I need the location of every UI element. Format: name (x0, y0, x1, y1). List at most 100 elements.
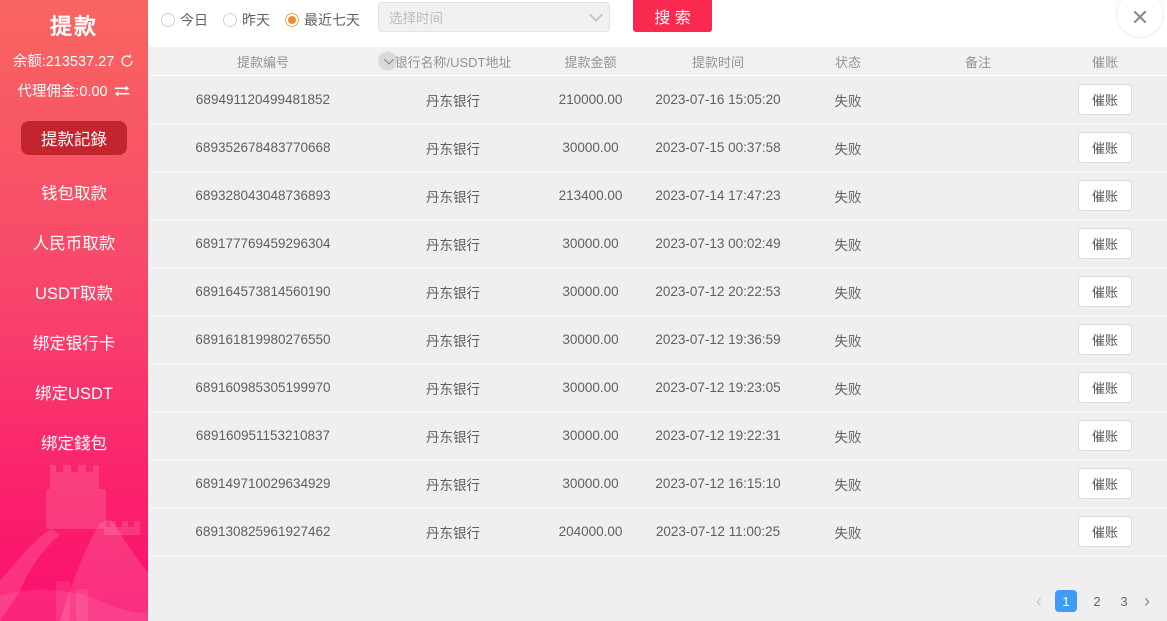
cell-amount: 213400.00 (528, 188, 653, 203)
close-icon: ✕ (1131, 7, 1149, 29)
col-header-remark: 备注 (913, 52, 1043, 71)
sidebar-item-bind-usdt[interactable]: 绑定USDT (0, 367, 148, 417)
urge-button[interactable]: 催账 (1078, 420, 1132, 451)
refresh-icon[interactable] (119, 53, 135, 69)
table-row: 689161819980276550 丹东银行 30000.00 2023-07… (148, 316, 1167, 364)
cell-withdraw-id: 689491120499481852 (148, 92, 378, 107)
col-header-amount: 提款金额 (528, 52, 653, 71)
cell-amount: 30000.00 (528, 476, 653, 491)
table-row: 689149710029634929 丹东银行 30000.00 2023-07… (148, 460, 1167, 508)
cell-amount: 210000.00 (528, 92, 653, 107)
cell-withdraw-id: 689160985305199970 (148, 380, 378, 395)
cell-amount: 30000.00 (528, 428, 653, 443)
time-select[interactable]: 选择时间 (378, 2, 610, 32)
cell-time: 2023-07-12 19:22:31 (653, 428, 783, 443)
cell-withdraw-id: 689177769459296304 (148, 236, 378, 251)
radio-last-seven-days-label: 最近七天 (304, 10, 360, 30)
cell-withdraw-id: 689352678483770668 (148, 140, 378, 155)
cell-action: 催账 (1043, 516, 1167, 547)
sidebar-item-bind-bank-card[interactable]: 绑定银行卡 (0, 317, 148, 367)
cell-time: 2023-07-14 17:47:23 (653, 188, 783, 203)
cell-bank: 丹东银行 (378, 90, 528, 110)
table-row: 689177769459296304 丹东银行 30000.00 2023-07… (148, 220, 1167, 268)
col-header-time: 提款时间 (653, 52, 783, 71)
cell-bank: 丹东银行 (378, 426, 528, 446)
table-row: 689164573814560190 丹东银行 30000.00 2023-07… (148, 268, 1167, 316)
cell-amount: 204000.00 (528, 524, 653, 539)
radio-today[interactable]: 今日 (161, 10, 208, 30)
pagination-page-2[interactable]: 2 (1090, 594, 1104, 609)
cell-status: 失败 (783, 330, 913, 350)
cell-action: 催账 (1043, 468, 1167, 499)
sidebar-item-rmb-withdraw[interactable]: 人民币取款 (0, 217, 148, 267)
pagination-page-1[interactable]: 1 (1055, 590, 1077, 612)
page-title: 提款 (0, 0, 148, 41)
date-radio-group: 今日 昨天 最近七天 (161, 10, 360, 30)
table-row: 689160951153210837 丹东银行 30000.00 2023-07… (148, 412, 1167, 460)
col-header-withdraw-id: 提款编号 (148, 52, 378, 71)
urge-button[interactable]: 催账 (1078, 324, 1132, 355)
cell-action: 催账 (1043, 132, 1167, 163)
cell-bank: 丹东银行 (378, 330, 528, 350)
cell-action: 催账 (1043, 420, 1167, 451)
radio-yesterday[interactable]: 昨天 (223, 10, 270, 30)
urge-button[interactable]: 催账 (1078, 468, 1132, 499)
cell-status: 失败 (783, 138, 913, 158)
table-row: 689160985305199970 丹东银行 30000.00 2023-07… (148, 364, 1167, 412)
urge-button[interactable]: 催账 (1078, 132, 1132, 163)
table-row: 689130825961927462 丹东银行 204000.00 2023-0… (148, 508, 1167, 556)
col-header-bank-label: 银行名称/USDT地址 (394, 55, 511, 70)
cell-time: 2023-07-15 00:37:58 (653, 140, 783, 155)
cell-time: 2023-07-12 19:36:59 (653, 332, 783, 347)
chevron-down-icon (589, 8, 603, 22)
sidebar: 提款 余额:213537.27 代理佣金:0.00 提款記錄 钱包取款 人民币取… (0, 0, 148, 621)
sidebar-item-wallet-withdraw[interactable]: 钱包取款 (0, 167, 148, 217)
urge-button[interactable]: 催账 (1078, 180, 1132, 211)
main-panel: 今日 昨天 最近七天 选择时间 搜 索 ✕ 提款编号 银行名称/USDT地址 (148, 0, 1167, 621)
urge-button[interactable]: 催账 (1078, 228, 1132, 259)
urge-button[interactable]: 催账 (1078, 84, 1132, 115)
pagination-next-icon[interactable]: › (1144, 592, 1150, 610)
radio-selected-icon (285, 13, 299, 27)
cell-bank: 丹东银行 (378, 378, 528, 398)
sidebar-item-usdt-withdraw[interactable]: USDT取款 (0, 267, 148, 317)
cell-time: 2023-07-16 15:05:20 (653, 92, 783, 107)
sidebar-item-withdraw-records[interactable]: 提款記錄 (21, 121, 127, 155)
cell-amount: 30000.00 (528, 140, 653, 155)
cell-status: 失败 (783, 522, 913, 542)
urge-button[interactable]: 催账 (1078, 516, 1132, 547)
exchange-icon[interactable] (113, 84, 131, 98)
pagination-page-3[interactable]: 3 (1117, 594, 1131, 609)
pagination-prev-icon[interactable]: ‹ (1036, 592, 1042, 610)
time-select-placeholder: 选择时间 (389, 7, 443, 27)
urge-button[interactable]: 催账 (1078, 372, 1132, 403)
table-row: 689328043048736893 丹东银行 213400.00 2023-0… (148, 172, 1167, 220)
cell-action: 催账 (1043, 372, 1167, 403)
radio-today-label: 今日 (180, 10, 208, 30)
urge-button[interactable]: 催账 (1078, 276, 1132, 307)
sidebar-item-bind-wallet[interactable]: 绑定錢包 (0, 417, 148, 467)
table-row: 689491120499481852 丹东银行 210000.00 2023-0… (148, 76, 1167, 124)
filter-chevron-icon[interactable] (378, 52, 397, 71)
col-header-bank: 银行名称/USDT地址 (378, 52, 528, 71)
cell-action: 催账 (1043, 180, 1167, 211)
radio-last-seven-days[interactable]: 最近七天 (285, 10, 360, 30)
balance-row: 余额:213537.27 (0, 50, 148, 71)
col-header-urge: 催账 (1043, 52, 1167, 71)
filter-toolbar: 今日 昨天 最近七天 选择时间 搜 索 ✕ (148, 0, 1167, 47)
radio-circle-icon (223, 13, 237, 27)
cell-time: 2023-07-12 11:00:25 (653, 524, 783, 539)
cell-action: 催账 (1043, 84, 1167, 115)
cell-bank: 丹东银行 (378, 522, 528, 542)
search-button[interactable]: 搜 索 (633, 0, 712, 32)
cell-withdraw-id: 689161819980276550 (148, 332, 378, 347)
close-button[interactable]: ✕ (1117, 0, 1163, 37)
cell-time: 2023-07-12 19:23:05 (653, 380, 783, 395)
cell-status: 失败 (783, 186, 913, 206)
table-header-row: 提款编号 银行名称/USDT地址 提款金额 提款时间 状态 备注 催账 (148, 47, 1167, 76)
cell-amount: 30000.00 (528, 284, 653, 299)
cell-bank: 丹东银行 (378, 186, 528, 206)
cell-amount: 30000.00 (528, 236, 653, 251)
col-header-status: 状态 (783, 52, 913, 71)
cell-bank: 丹东银行 (378, 138, 528, 158)
